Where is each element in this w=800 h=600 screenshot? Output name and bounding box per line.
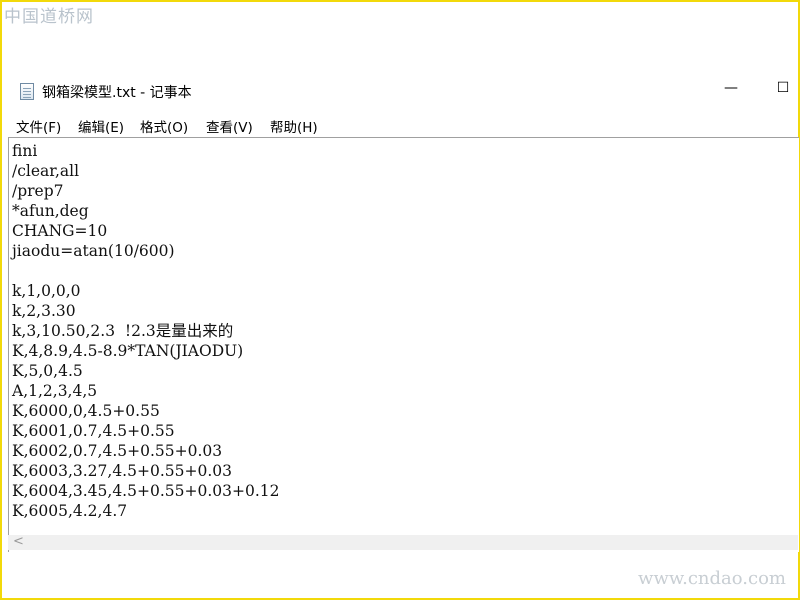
window-title: 钢箱梁模型.txt - 记事本 [42,85,192,101]
minimize-button[interactable]: — [720,80,742,96]
maximize-button[interactable]: ☐ [772,80,794,96]
horizontal-scrollbar[interactable]: < [8,534,798,550]
editor-line: jiaodu=atan(10/600) [12,242,175,260]
editor-line: CHANG=10 [12,222,108,240]
menu-help[interactable]: 帮助(H) [270,116,318,136]
editor-line: K,6003,3.27,4.5+0.55+0.03 [12,462,232,480]
editor-line: k,2,3.30 [12,302,76,320]
editor-line: /prep7 [12,182,64,200]
scroll-left-arrow-icon[interactable]: < [13,534,24,549]
notepad-icon [20,83,34,100]
editor-line: K,6005,4.2,4.7 [12,502,128,520]
editor-line: k,1,0,0,0 [12,282,81,300]
editor-line: *afun,deg [12,202,89,220]
menu-format[interactable]: 格式(O) [140,116,188,136]
editor-line: A,1,2,3,4,5 [12,382,98,400]
editor-line: K,6001,0.7,4.5+0.55 [12,422,175,440]
site-watermark-bottom: www.cndao.com [638,568,786,589]
editor-line: K,6000,0,4.5+0.55 [12,402,160,420]
editor-line: K,6002,0.7,4.5+0.55+0.03 [12,442,223,460]
menu-bar: 文件(F) 编辑(E) 格式(O) 查看(V) 帮助(H) [10,114,800,136]
editor-line: k,3,10.50,2.3 !2.3是量出来的 [12,322,234,340]
editor-line: K,6004,3.45,4.5+0.55+0.03+0.12 [12,482,280,500]
menu-view[interactable]: 查看(V) [206,116,253,136]
editor-line: K,4,8.9,4.5-8.9*TAN(JIAODU) [12,342,244,360]
editor-line: /clear,all [12,162,80,180]
site-watermark-top: 中国道桥网 [4,7,94,27]
editor-line: K,5,0,4.5 [12,362,83,380]
editor-line: fini [12,142,38,160]
text-editor[interactable]: fini /clear,all /prep7 *afun,deg CHANG=1… [8,137,799,552]
menu-file[interactable]: 文件(F) [16,116,61,136]
menu-edit[interactable]: 编辑(E) [78,116,124,136]
title-bar[interactable]: 钢箱梁模型.txt - 记事本 — ☐ [10,74,800,110]
